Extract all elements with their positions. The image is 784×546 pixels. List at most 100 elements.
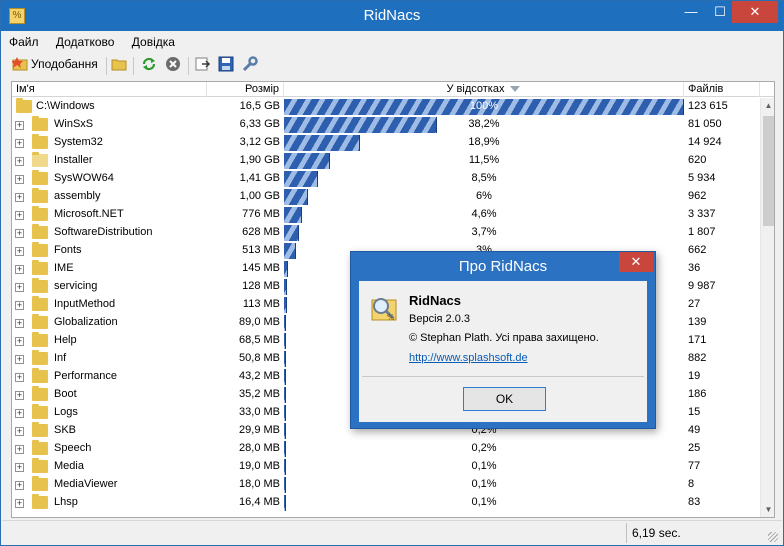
file-count: 123 615 (688, 100, 728, 112)
expand-icon[interactable]: + (15, 211, 24, 220)
expand-icon[interactable]: + (15, 481, 24, 490)
folder-name: Speech (54, 442, 92, 454)
percent-bar (284, 405, 286, 421)
folder-name: SysWOW64 (54, 172, 114, 184)
favorites-button[interactable]: Уподобання (12, 56, 104, 76)
expand-icon[interactable]: + (15, 247, 24, 256)
expand-icon[interactable]: + (15, 193, 24, 202)
maximize-button[interactable]: ☐ (706, 1, 734, 23)
file-count: 662 (688, 244, 707, 256)
dialog-close-button[interactable]: ✕ (619, 252, 653, 272)
percent-bar (284, 315, 286, 331)
expand-icon[interactable]: + (15, 319, 24, 328)
expand-icon[interactable]: + (15, 373, 24, 382)
expand-icon[interactable]: + (15, 499, 24, 508)
percent-cell: 3,7% (284, 225, 684, 241)
column-header-files[interactable]: Файлів (684, 82, 760, 97)
dialog-app-name: RidNacs (409, 293, 462, 308)
expand-icon[interactable]: + (15, 157, 24, 166)
table-row[interactable]: + Installer 1,90 GB 11,5% 620 (12, 152, 760, 170)
file-count: 81 050 (688, 118, 722, 130)
expand-icon[interactable]: + (15, 409, 24, 418)
percent-cell: 0,1% (284, 459, 684, 475)
vertical-scrollbar[interactable]: ▲ ▼ (760, 98, 774, 517)
table-row[interactable]: + Speech 28,0 MB 0,2% 25 (12, 440, 760, 458)
folder-icon (32, 422, 48, 437)
expand-icon[interactable]: + (15, 337, 24, 346)
expand-icon[interactable]: + (15, 463, 24, 472)
folder-icon (32, 134, 48, 149)
file-count: 9 987 (688, 280, 716, 292)
table-row[interactable]: + System32 3,12 GB 18,9% 14 924 (12, 134, 760, 152)
folder-name: Help (54, 334, 77, 346)
folder-size: 1,41 GB (239, 172, 280, 184)
folder-name: MediaViewer (54, 478, 118, 490)
file-count: 36 (688, 262, 701, 274)
scrollbar-thumb[interactable] (763, 116, 774, 226)
title-bar[interactable]: % RidNacs — ☐ ✕ (1, 1, 783, 31)
column-header-size[interactable]: Розмір (207, 82, 284, 97)
menu-extras[interactable]: Додатково (49, 32, 122, 52)
table-row[interactable]: C:\Windows 16,5 GB 100% 123 615 (12, 98, 760, 116)
percent-cell: 0,1% (284, 477, 684, 493)
ok-button[interactable]: OK (463, 387, 546, 411)
expand-icon[interactable]: + (15, 265, 24, 274)
column-header-name[interactable]: Ім'я (12, 82, 207, 97)
percent-cell: 8,5% (284, 171, 684, 187)
folder-name: SKB (54, 424, 77, 436)
table-row[interactable]: + Microsoft.NET 776 MB 4,6% 3 337 (12, 206, 760, 224)
table-row[interactable]: + Media 19,0 MB 0,1% 77 (12, 458, 760, 476)
save-button[interactable] (218, 56, 234, 76)
expand-icon[interactable]: + (15, 283, 24, 292)
folder-size: 35,2 MB (239, 388, 280, 400)
file-count: 3 337 (688, 208, 716, 220)
scan-time: 6,19 sec. (632, 526, 681, 540)
expand-icon[interactable]: + (15, 445, 24, 454)
expand-icon[interactable]: + (15, 355, 24, 364)
file-count: 49 (688, 424, 701, 436)
folder-icon (32, 494, 48, 509)
table-row[interactable]: + WinSxS 6,33 GB 38,2% 81 050 (12, 116, 760, 134)
column-header-percent-label: У відсотках (446, 83, 505, 95)
scroll-down-arrow-icon[interactable]: ▼ (761, 502, 774, 517)
svg-text:%: % (387, 313, 395, 322)
export-button[interactable] (195, 56, 211, 76)
toolbar: Уподобання (2, 53, 782, 79)
percent-label: 8,5% (471, 172, 497, 184)
status-divider (626, 523, 627, 543)
resize-grip-icon[interactable] (768, 532, 778, 542)
refresh-icon (142, 57, 156, 71)
folder-name: Fonts (54, 244, 82, 256)
minimize-button[interactable]: — (677, 1, 705, 23)
file-count: 962 (688, 190, 707, 202)
percent-cell: 18,9% (284, 135, 684, 151)
stop-button[interactable] (165, 56, 181, 76)
column-header-percent[interactable]: У відсотках (284, 82, 684, 97)
expand-icon[interactable]: + (15, 229, 24, 238)
folder-size: 1,90 GB (239, 154, 280, 166)
settings-button[interactable] (242, 56, 258, 76)
folder-icon (32, 314, 48, 329)
table-row[interactable]: + Lhsp 16,4 MB 0,1% 83 (12, 494, 760, 512)
scroll-up-arrow-icon[interactable]: ▲ (761, 98, 774, 114)
table-row[interactable]: + SoftwareDistribution 628 MB 3,7% 1 807 (12, 224, 760, 242)
menu-help[interactable]: Довідка (125, 32, 182, 52)
expand-icon[interactable]: + (15, 427, 24, 436)
expand-icon[interactable]: + (15, 301, 24, 310)
table-row[interactable]: + MediaViewer 18,0 MB 0,1% 8 (12, 476, 760, 494)
wrench-icon (242, 56, 258, 72)
expand-icon[interactable]: + (15, 139, 24, 148)
file-count: 8 (688, 478, 695, 490)
close-button[interactable]: ✕ (732, 1, 778, 23)
menu-file[interactable]: Файл (2, 32, 46, 52)
expand-icon[interactable]: + (15, 175, 24, 184)
folder-name: servicing (54, 280, 98, 292)
table-row[interactable]: + assembly 1,00 GB 6% 962 (12, 188, 760, 206)
toolbar-separator (133, 57, 134, 75)
table-row[interactable]: + SysWOW64 1,41 GB 8,5% 5 934 (12, 170, 760, 188)
dialog-website-link[interactable]: http://www.splashsoft.de (409, 352, 528, 364)
expand-icon[interactable]: + (15, 391, 24, 400)
expand-icon[interactable]: + (15, 121, 24, 130)
open-folder-button[interactable] (111, 56, 127, 76)
refresh-button[interactable] (141, 56, 157, 76)
